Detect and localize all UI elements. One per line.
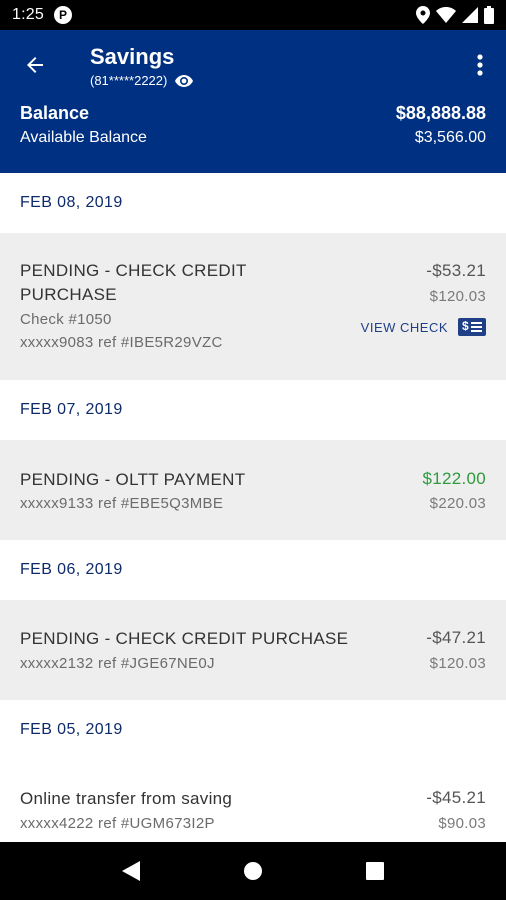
- transaction-ref: xxxxx4222 ref #UGM673I2P: [20, 815, 215, 832]
- running-balance: $120.03: [429, 288, 486, 305]
- check-icon: $: [458, 318, 486, 336]
- running-balance: $220.03: [429, 495, 486, 512]
- more-vert-icon: [477, 54, 483, 76]
- transaction-row[interactable]: PENDING - CHECK CREDIT PURCHASE xxxxx213…: [0, 600, 506, 700]
- triangle-back-icon: [122, 861, 140, 881]
- transaction-ref: xxxxx9133 ref #EBE5Q3MBE: [20, 495, 224, 512]
- date-header: FEB 05, 2019: [0, 700, 506, 760]
- status-icons: [416, 6, 494, 24]
- transaction-amount: -$53.21: [426, 261, 486, 280]
- page-title: Savings: [90, 44, 175, 69]
- transaction-description: PENDING - CHECK CREDIT PURCHASE: [20, 629, 349, 648]
- system-navigation-bar: [0, 842, 506, 900]
- balance-label: Balance: [20, 103, 90, 123]
- transaction-description: Online transfer from saving: [20, 789, 233, 808]
- eye-icon[interactable]: [175, 74, 194, 87]
- account-header: Savings (81*****2222) Balance $88,888.88…: [0, 30, 506, 173]
- location-icon: [416, 6, 430, 24]
- wifi-icon: [436, 7, 456, 23]
- transaction-row[interactable]: PENDING - OLTT PAYMENT xxxxx9133 ref #EB…: [0, 440, 506, 540]
- view-check-link[interactable]: VIEW CHECK $: [361, 318, 486, 336]
- account-number-row: (81*****2222): [90, 73, 194, 88]
- transaction-ref: xxxxx9083 ref #IBE5R29VZC: [20, 334, 223, 351]
- transaction-row[interactable]: PENDING - CHECK CREDIT PURCHASE Check #1…: [0, 233, 506, 380]
- notification-badge-icon: P: [53, 6, 72, 24]
- available-balance-label: Available Balance: [20, 129, 147, 146]
- nav-home-button[interactable]: [233, 851, 273, 891]
- arrow-left-icon: [27, 57, 43, 73]
- back-button[interactable]: [20, 50, 50, 80]
- nav-back-button[interactable]: [111, 851, 151, 891]
- transaction-amount: -$47.21: [426, 628, 486, 647]
- nav-recents-button[interactable]: [355, 851, 395, 891]
- date-header: FEB 07, 2019: [0, 380, 506, 440]
- transaction-ref: xxxxx2132 ref #JGE67NE0J: [20, 655, 215, 672]
- transaction-description: PENDING - OLTT PAYMENT: [20, 470, 246, 489]
- date-header: FEB 06, 2019: [0, 540, 506, 600]
- transaction-amount: -$45.21: [426, 788, 486, 807]
- status-time: 1:25: [12, 6, 44, 23]
- battery-icon: [484, 6, 494, 24]
- transaction-row[interactable]: Online transfer from saving xxxxx4222 re…: [0, 760, 506, 842]
- status-bar: 1:25 P: [0, 0, 506, 30]
- available-balance-value: $3,566.00: [414, 129, 486, 146]
- transaction-list[interactable]: FEB 08, 2019 PENDING - CHECK CREDIT PURC…: [0, 173, 506, 842]
- running-balance: $90.03: [438, 815, 486, 832]
- signal-icon: [462, 7, 478, 23]
- view-check-label: VIEW CHECK: [360, 319, 448, 335]
- square-recents-icon: [366, 862, 384, 880]
- circle-home-icon: [244, 862, 262, 880]
- date-header: FEB 08, 2019: [0, 173, 506, 233]
- check-number: Check #1050: [20, 311, 112, 328]
- transaction-amount: $122.00: [422, 469, 486, 488]
- account-number: (81*****2222): [90, 73, 168, 88]
- transaction-description: PENDING - CHECK CREDIT PURCHASE: [20, 261, 247, 304]
- balance-value: $88,888.88: [395, 103, 486, 123]
- running-balance: $120.03: [429, 655, 486, 672]
- overflow-menu-button[interactable]: [468, 50, 492, 80]
